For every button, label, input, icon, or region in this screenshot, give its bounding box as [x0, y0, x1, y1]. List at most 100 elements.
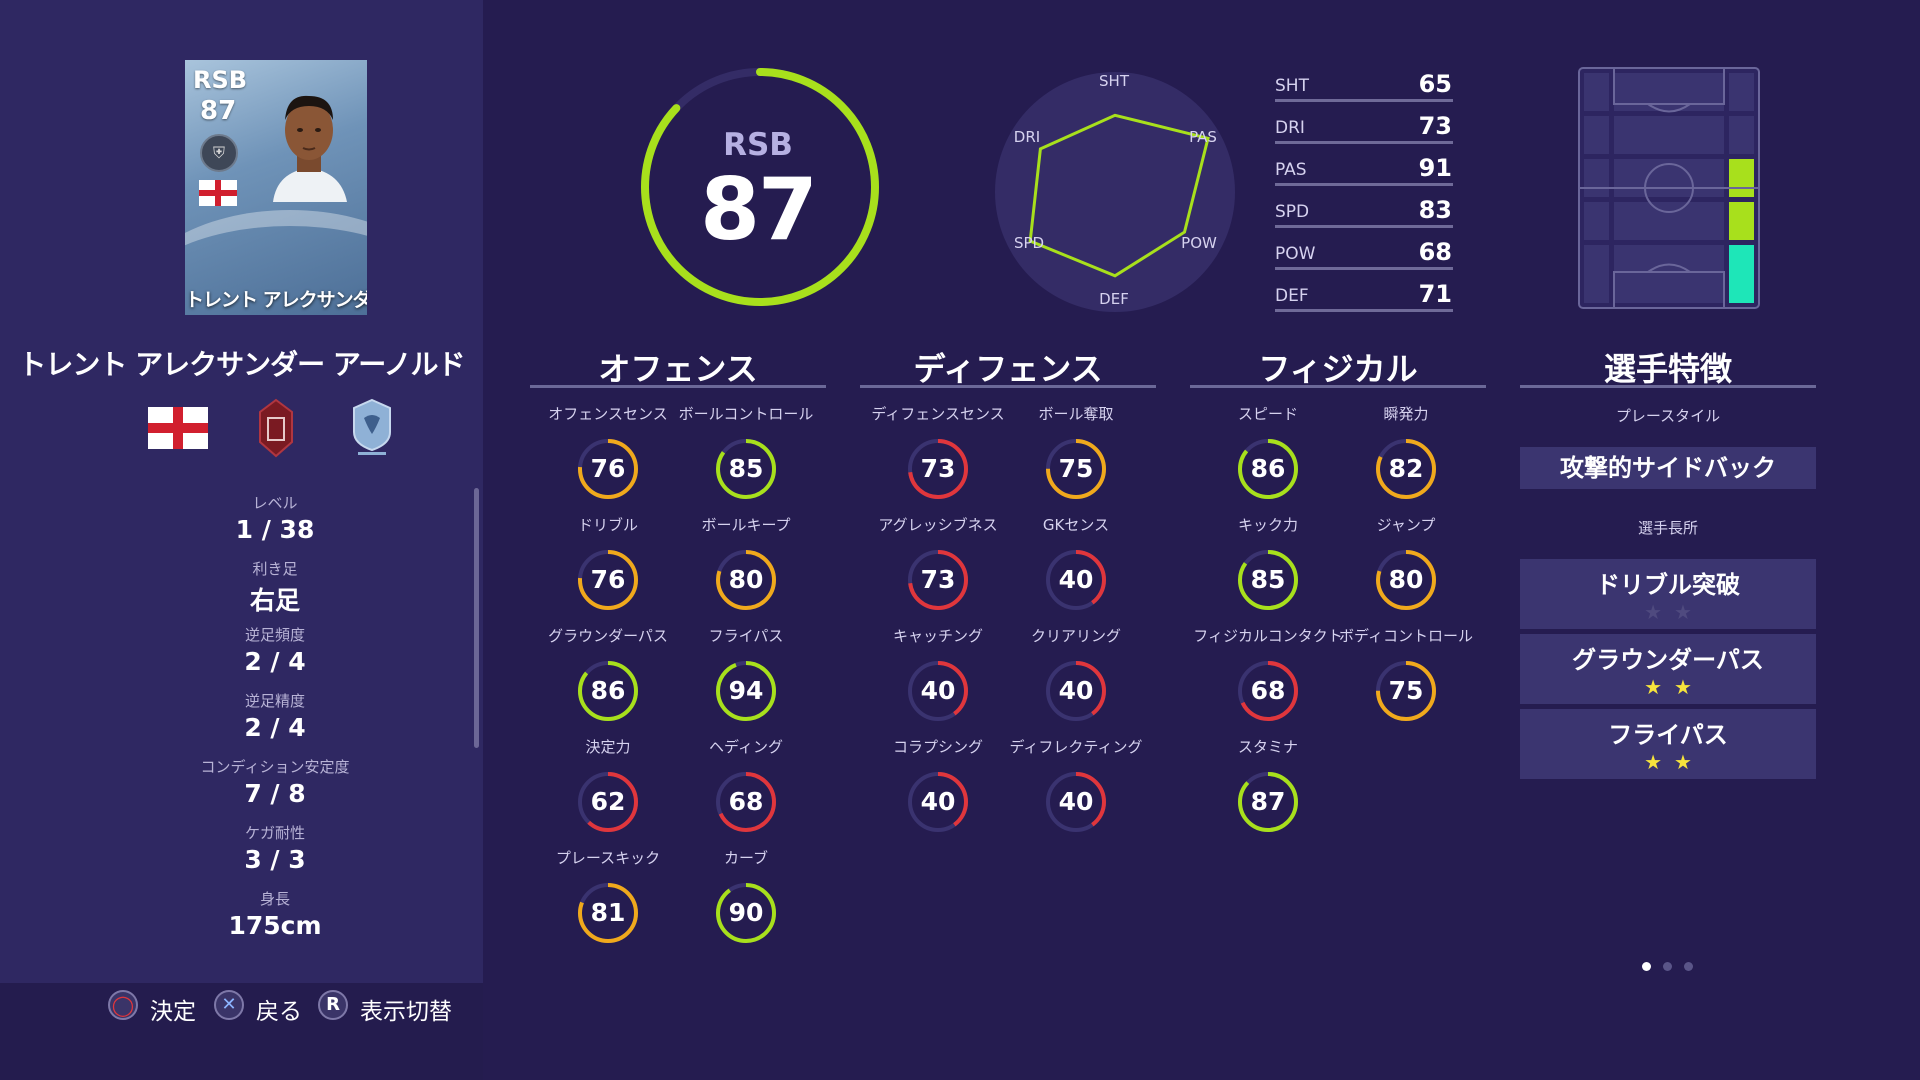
card-position: RSB [193, 66, 248, 94]
hint-label-1: 戻る [256, 999, 302, 1025]
club-crest-icon: ⛨ [200, 134, 238, 172]
page-dot[interactable] [1684, 962, 1693, 971]
offense-title: オフェンス [598, 350, 758, 388]
skill-name: フライパス [1608, 721, 1728, 749]
defense-stat-label: クリアリング [1030, 627, 1121, 645]
cross-button-icon[interactable]: ✕ [214, 990, 244, 1020]
defense-stat-label: ディフェンスセンス [871, 405, 1005, 423]
info-value: 3 / 3 [244, 845, 306, 874]
defense-stat-value: 40 [1058, 787, 1094, 816]
summary-label-pow: POW [1275, 244, 1316, 264]
circle-button-icon[interactable]: ◯ [108, 990, 138, 1020]
defense-stat-value: 40 [920, 676, 956, 705]
skills-label: 選手長所 [1637, 519, 1698, 537]
offense-stat-label: ドリブル [577, 516, 638, 534]
offense-stat-value: 62 [590, 787, 626, 816]
physical-title: フィジカル [1258, 350, 1418, 388]
info-value: 1 / 38 [235, 515, 315, 544]
radar-label-def: DEF [1099, 290, 1129, 308]
skill-name: ドリブル突破 [1596, 571, 1740, 599]
ability-radar-chart [995, 72, 1235, 312]
offense-stat-value: 68 [728, 787, 764, 816]
skill-item[interactable]: フライパス ★★ [1520, 709, 1816, 779]
info-label: 逆足頻度 [244, 626, 305, 644]
playstyle-box[interactable]: 攻撃的サイドバック [1520, 447, 1816, 489]
traits-title: 選手特徴 [1603, 350, 1732, 388]
offense-stat-label: グラウンダーパス [548, 627, 668, 645]
england-flag-icon [199, 180, 237, 206]
star-icon: ★ [1674, 600, 1704, 624]
defense-stat-label: キャッチング [892, 627, 983, 645]
info-label: 利き足 [252, 560, 298, 578]
defense-stat-value: 75 [1058, 454, 1094, 483]
league-emblem-icon [259, 398, 293, 458]
offense-stat-value: 94 [728, 676, 764, 705]
defense-stat-value: 73 [920, 454, 956, 483]
card-overall: 87 [200, 96, 237, 126]
star-icon: ★ [1674, 675, 1704, 699]
info-value: 2 / 4 [244, 647, 306, 676]
info-value: 175cm [228, 911, 322, 940]
position-pitch-map [1578, 67, 1760, 309]
offense-stat-value: 86 [590, 676, 626, 705]
defense-stat-value: 40 [920, 787, 956, 816]
physical-stat-label: キック力 [1237, 516, 1298, 534]
star-icon: ★ [1644, 750, 1674, 774]
defense-stat-label: アグレッシブネス [878, 516, 998, 534]
summary-value-dri: 73 [1418, 112, 1452, 140]
summary-value-spd: 83 [1418, 196, 1452, 224]
radar-label-dri: DRI [1013, 128, 1041, 146]
offense-stat-label: ボールコントロール [678, 405, 814, 423]
offense-stat-label: オフェンスセンス [548, 405, 668, 423]
star-icon: ★ [1644, 675, 1674, 699]
info-value: 7 / 8 [244, 779, 306, 808]
info-label: 逆足精度 [244, 692, 305, 710]
offense-stat-label: ヘディング [709, 738, 783, 756]
defense-stat-value: 40 [1058, 565, 1094, 594]
physical-stat-label: スピード [1237, 405, 1298, 423]
defense-stat-label: ディフレクティング [1009, 738, 1143, 756]
offense-underline [530, 385, 826, 388]
skill-item[interactable]: グラウンダーパス ★★ [1520, 634, 1816, 704]
summary-label-sht: SHT [1275, 76, 1309, 96]
physical-stat-value: 85 [1250, 565, 1286, 594]
offense-stat-value: 85 [728, 454, 764, 483]
offense-stat-value: 80 [728, 565, 764, 594]
info-value: 2 / 4 [244, 713, 306, 742]
page-dot[interactable] [1663, 962, 1672, 971]
defense-underline [860, 385, 1156, 388]
summary-value-sht: 65 [1418, 70, 1452, 98]
summary-divider [1275, 183, 1453, 186]
physical-stat-value: 75 [1388, 676, 1424, 705]
team-emblem-icon [353, 398, 391, 455]
defense-stat-label: GKセンス [1042, 516, 1110, 534]
player-portrait [273, 95, 347, 202]
defense-stat-label: コラプシング [892, 738, 983, 756]
defense-stat-label: ボール奪取 [1038, 405, 1114, 423]
player-name: トレント アレクサンダー アーノルド [18, 348, 465, 381]
star-icon: ★ [1644, 600, 1674, 624]
defense-title: ディフェンス [913, 350, 1103, 388]
star-icon: ★ [1674, 750, 1704, 774]
physical-stat-value: 86 [1250, 454, 1286, 483]
sidebar-scrollbar[interactable] [474, 488, 479, 748]
radar-label-spd: SPD [1013, 234, 1045, 252]
offense-stat-label: フライパス [708, 627, 784, 645]
summary-label-def: DEF [1275, 286, 1309, 306]
physical-stat-value: 87 [1250, 787, 1286, 816]
r-button-icon[interactable]: R [318, 990, 348, 1020]
offense-stat-value: 76 [590, 565, 626, 594]
skill-stars: ★★ [1532, 750, 1816, 774]
radar-label-sht: SHT [1099, 72, 1129, 90]
summary-label-spd: SPD [1275, 202, 1310, 222]
info-label: 身長 [259, 890, 290, 908]
physical-stat-label: ボディコントロール [1339, 627, 1473, 645]
overall-position: RSB [723, 127, 793, 163]
traits-underline [1520, 385, 1816, 388]
page-dot[interactable] [1642, 962, 1651, 971]
defense-stat-value: 40 [1058, 676, 1094, 705]
skill-item[interactable]: ドリブル突破 ★★ [1520, 559, 1816, 629]
radar-label-pow: POW [1181, 234, 1217, 252]
defense-stat-value: 73 [920, 565, 956, 594]
card-player-name: トレント アレクサンダー アーノルド [185, 289, 367, 311]
